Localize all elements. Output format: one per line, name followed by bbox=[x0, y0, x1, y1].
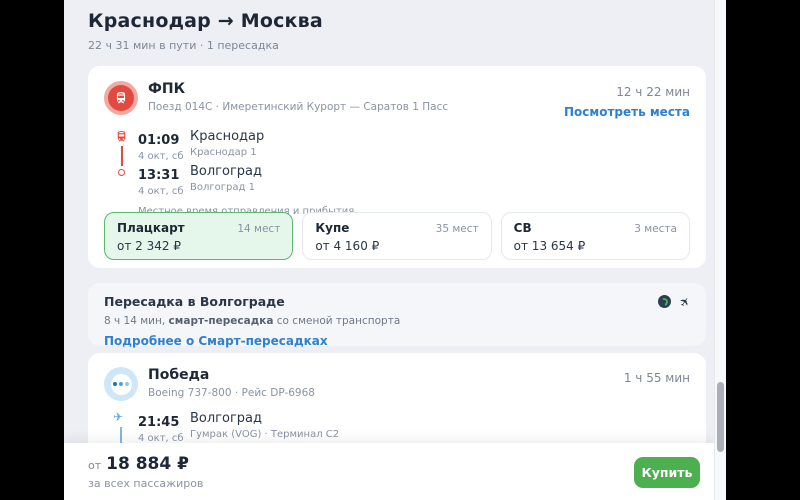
arrival-date: 4 окт, сб bbox=[138, 186, 190, 197]
scrollbar-track[interactable] bbox=[714, 0, 726, 500]
train-icon bbox=[108, 85, 134, 111]
fare-name: Купе bbox=[315, 221, 349, 235]
total-price: 18 884 ₽ bbox=[106, 454, 189, 474]
train-departure-icon bbox=[115, 130, 128, 143]
flight-departure-airport: Гумрак (VOG) · Терминал C2 bbox=[190, 429, 339, 440]
price-prefix: от bbox=[88, 459, 101, 472]
flight-departure-city: Волгоград bbox=[190, 411, 339, 426]
transfer-note-suffix: со сменой транспорта bbox=[273, 315, 400, 327]
plane-departure-icon: ✈ bbox=[113, 411, 123, 423]
scrollbar-thumb[interactable] bbox=[717, 382, 724, 452]
fare-sv[interactable]: СВ 3 места от 13 654 ₽ bbox=[501, 212, 690, 260]
train-carrier-name: ФПК bbox=[148, 81, 448, 97]
purchase-bar: от 18 884 ₽ за всех пассажиров Купить bbox=[64, 443, 714, 500]
transfer-description: 8 ч 14 мин, смарт-пересадка со сменой тр… bbox=[104, 315, 690, 327]
departure-time: 01:09 bbox=[138, 133, 179, 148]
fare-kupe[interactable]: Купе 35 мест от 4 160 ₽ bbox=[302, 212, 491, 260]
price-note: за всех пассажиров bbox=[88, 477, 690, 490]
train-duration: 12 ч 22 мин bbox=[616, 85, 690, 99]
departure-city: Краснодар bbox=[190, 129, 264, 144]
buy-button[interactable]: Купить bbox=[634, 457, 700, 488]
page-title: Краснодар → Москва bbox=[88, 10, 323, 32]
flight-leg-card: Победа Boeing 737-800 · Рейс DP-6968 1 ч… bbox=[88, 353, 706, 453]
fare-seats: 14 мест bbox=[237, 223, 280, 235]
departure-station: Краснодар 1 bbox=[190, 147, 264, 158]
arrival-station: Волгоград 1 bbox=[190, 182, 262, 193]
route-header: Краснодар → Москва 22 ч 31 мин в пути · … bbox=[88, 10, 323, 52]
fare-class-list: Плацкарт 14 мест от 2 342 ₽ Купе 35 мест… bbox=[104, 212, 690, 260]
train-timeline: 01:09 4 окт, сб Краснодар Краснодар 1 13… bbox=[112, 129, 690, 199]
airline-name: Победа bbox=[148, 367, 315, 383]
airline-logo bbox=[104, 367, 138, 401]
smart-transfer-icon bbox=[658, 295, 671, 308]
route-summary: 22 ч 31 мин в пути · 1 пересадка bbox=[88, 39, 323, 52]
flight-route-line: ✈ bbox=[112, 411, 138, 446]
fare-price: от 4 160 ₽ bbox=[315, 239, 478, 253]
fare-name: Плацкарт bbox=[117, 221, 185, 235]
transfer-title: Пересадка в Волгограде bbox=[104, 294, 690, 309]
fare-seats: 3 места bbox=[634, 223, 677, 235]
train-arrival-row: 13:31 4 окт, сб Волгоград Волгоград 1 bbox=[138, 164, 690, 199]
transfer-block: Пересадка в Волгограде 8 ч 14 мин, смарт… bbox=[88, 283, 706, 346]
fare-platzkart[interactable]: Плацкарт 14 мест от 2 342 ₽ bbox=[104, 212, 293, 260]
smart-transfer-link[interactable]: Подробнее о Смарт-пересадках bbox=[104, 334, 690, 348]
train-carrier-logo bbox=[104, 81, 138, 115]
smart-transfer-label: смарт-пересадка bbox=[169, 315, 274, 327]
train-route-line bbox=[112, 129, 138, 199]
flight-timeline: ✈ 21:45 4 окт, сб Волгоград Гумрак (VOG)… bbox=[112, 411, 690, 446]
train-leg-card: ФПК Поезд 014С · Имеретинский Курорт — С… bbox=[88, 66, 706, 268]
plane-change-icon: ✈ bbox=[677, 294, 693, 309]
fare-price: от 2 342 ₽ bbox=[117, 239, 280, 253]
departure-date: 4 окт, сб bbox=[138, 151, 190, 162]
fare-price: от 13 654 ₽ bbox=[514, 239, 677, 253]
train-departure-row: 01:09 4 окт, сб Краснодар Краснодар 1 bbox=[138, 129, 690, 164]
view-seats-link[interactable]: Посмотреть места bbox=[564, 105, 690, 119]
results-panel: Краснодар → Москва 22 ч 31 мин в пути · … bbox=[64, 0, 726, 500]
flight-departure-row: 21:45 4 окт, сб Волгоград Гумрак (VOG) ·… bbox=[138, 411, 690, 446]
fare-seats: 35 мест bbox=[436, 223, 479, 235]
flight-details: Boeing 737-800 · Рейс DP-6968 bbox=[148, 387, 315, 399]
flight-departure-time: 21:45 bbox=[138, 415, 179, 430]
arrival-time: 13:31 bbox=[138, 168, 179, 183]
transfer-duration: 8 ч 14 мин, bbox=[104, 315, 169, 327]
arrival-stop-icon bbox=[118, 169, 125, 176]
pobeda-dots-icon bbox=[111, 374, 132, 395]
train-details: Поезд 014С · Имеретинский Курорт — Сарат… bbox=[148, 101, 448, 113]
route-line bbox=[121, 146, 123, 166]
fare-name: СВ bbox=[514, 221, 532, 235]
flight-duration: 1 ч 55 мин bbox=[624, 371, 690, 385]
arrival-city: Волгоград bbox=[190, 164, 262, 179]
